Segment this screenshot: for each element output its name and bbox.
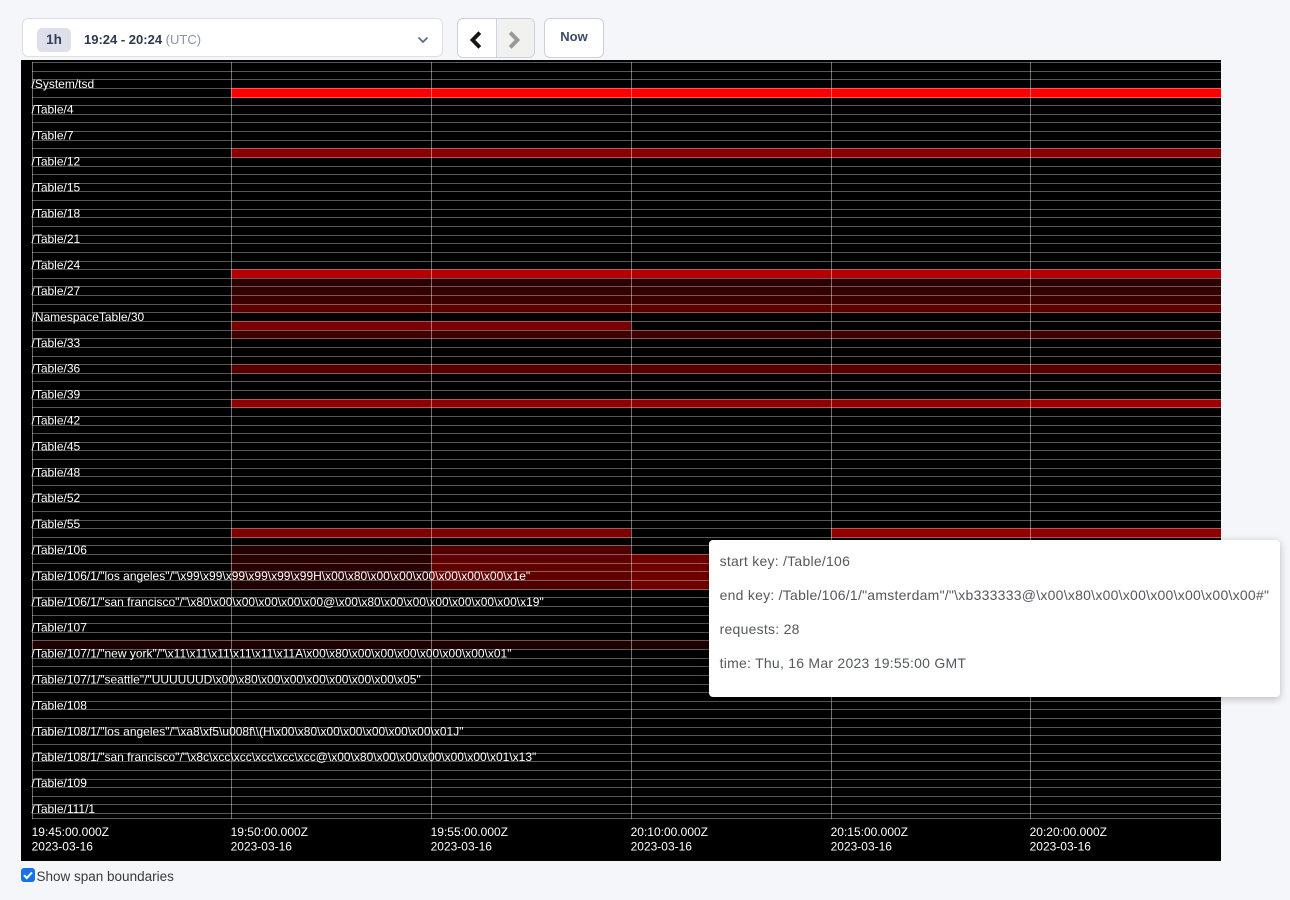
- svg-text:19:45:00.000Z: 19:45:00.000Z: [32, 825, 109, 839]
- svg-text:/Table/106/1/"san francisco"/": /Table/106/1/"san francisco"/"\x80\x00\x…: [32, 595, 544, 609]
- svg-text:2023-03-16: 2023-03-16: [831, 840, 893, 854]
- svg-text:/Table/55: /Table/55: [32, 517, 81, 531]
- svg-text:/Table/48: /Table/48: [32, 465, 81, 479]
- svg-text:/Table/45: /Table/45: [32, 439, 81, 453]
- svg-text:/Table/7: /Table/7: [32, 129, 74, 143]
- svg-text:/Table/18: /Table/18: [32, 206, 81, 220]
- svg-text:2023-03-16: 2023-03-16: [1030, 840, 1092, 854]
- svg-text:/Table/108: /Table/108: [32, 698, 88, 712]
- svg-text:/Table/21: /Table/21: [32, 232, 81, 246]
- svg-text:2023-03-16: 2023-03-16: [32, 840, 94, 854]
- svg-text:/Table/27: /Table/27: [32, 284, 81, 298]
- svg-text:/Table/106: /Table/106: [32, 543, 88, 557]
- svg-text:/Table/111/1: /Table/111/1: [32, 802, 96, 816]
- svg-text:/Table/4: /Table/4: [32, 103, 74, 117]
- svg-text:/Table/12: /Table/12: [32, 154, 81, 168]
- svg-text:/Table/107/1/"new york"/"\x11\: /Table/107/1/"new york"/"\x11\x11\x11\x1…: [32, 647, 512, 661]
- svg-text:20:20:00.000Z: 20:20:00.000Z: [1030, 825, 1107, 839]
- svg-text:/Table/106/1/"los angeles"/"\x: /Table/106/1/"los angeles"/"\x99\x99\x99…: [32, 569, 531, 583]
- svg-text:/Table/39: /Table/39: [32, 388, 81, 402]
- svg-text:/NamespaceTable/30: /NamespaceTable/30: [32, 310, 145, 324]
- svg-text:/Table/108/1/"san francisco"/": /Table/108/1/"san francisco"/"\x8c\xcc\x…: [32, 750, 537, 764]
- svg-text:2023-03-16: 2023-03-16: [431, 840, 493, 854]
- svg-text:20:10:00.000Z: 20:10:00.000Z: [631, 825, 708, 839]
- svg-text:/Table/15: /Table/15: [32, 180, 81, 194]
- svg-text:/Table/24: /Table/24: [32, 258, 81, 272]
- svg-text:19:55:00.000Z: 19:55:00.000Z: [431, 825, 508, 839]
- svg-text:2023-03-16: 2023-03-16: [231, 840, 293, 854]
- svg-text:/Table/107: /Table/107: [32, 621, 88, 635]
- svg-text:20:15:00.000Z: 20:15:00.000Z: [831, 825, 908, 839]
- svg-text:/System/tsd: /System/tsd: [32, 77, 95, 91]
- svg-text:/Table/52: /Table/52: [32, 491, 81, 505]
- svg-text:/Table/42: /Table/42: [32, 413, 81, 427]
- svg-text:/Table/36: /Table/36: [32, 362, 81, 376]
- svg-text:/Table/109: /Table/109: [32, 776, 88, 790]
- svg-text:/Table/107/1/"seattle"/"UUUUUU: /Table/107/1/"seattle"/"UUUUUUD\x00\x80\…: [32, 672, 421, 686]
- svg-text:/Table/33: /Table/33: [32, 336, 81, 350]
- svg-text:19:50:00.000Z: 19:50:00.000Z: [231, 825, 308, 839]
- svg-text:2023-03-16: 2023-03-16: [631, 840, 693, 854]
- svg-text:/Table/108/1/"los angeles"/"\x: /Table/108/1/"los angeles"/"\xa8\xf5\u00…: [32, 724, 464, 738]
